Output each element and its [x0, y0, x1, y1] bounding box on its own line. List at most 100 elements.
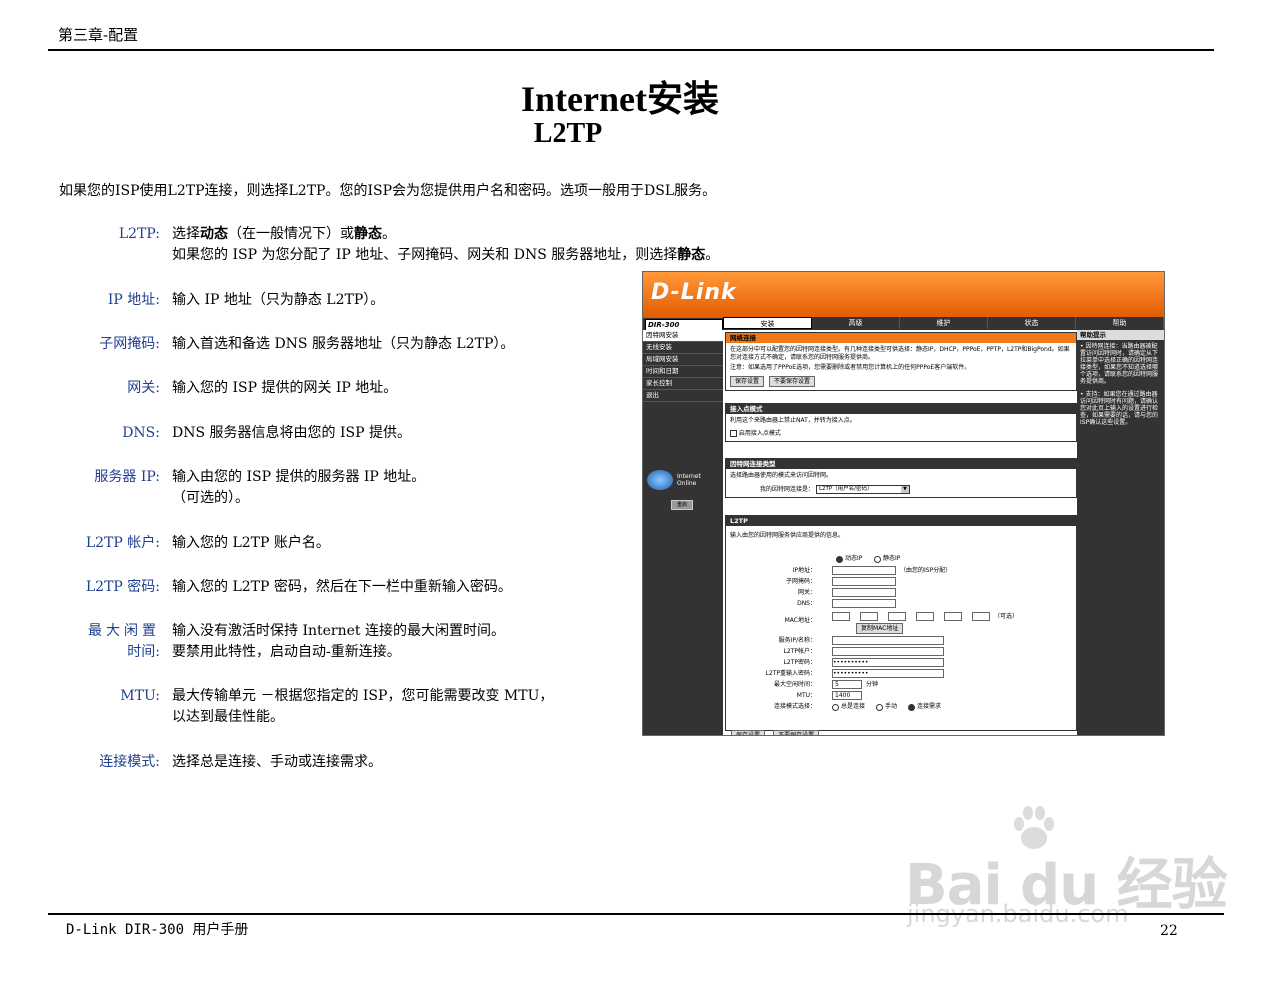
gateway-input[interactable]: [832, 588, 896, 597]
mtu-input[interactable]: 1400: [832, 691, 862, 700]
definition-term: 最大闲置: [88, 623, 160, 639]
definition-list: L2TP: 选择动态（在一般情况下）或静态。 如果您的 ISP 为您分配了 IP…: [0, 224, 719, 784]
radio-manual[interactable]: [876, 704, 883, 711]
nav-item-wireless[interactable]: 无线安装: [643, 342, 723, 354]
conn-type-select[interactable]: L2TP（用户名/密码） ▼: [815, 485, 910, 494]
field-label: MAC地址：: [784, 617, 816, 624]
reboot-button[interactable]: 重启: [671, 500, 693, 510]
page-title: Internet安装: [521, 79, 719, 119]
nav-item-time[interactable]: 时间和日期: [643, 366, 723, 378]
intro-text: 如果您的ISP使用L2TP连接，则选择L2TP。您的ISP会为您提供用户名和密码…: [59, 183, 717, 199]
radio-static-ip[interactable]: [874, 556, 881, 563]
field-mask: 子网掩码：: [726, 577, 1076, 586]
tab-help[interactable]: 帮助: [1076, 317, 1164, 329]
definition-term: L2TP:: [118, 226, 160, 242]
dlink-logo: D-Link: [651, 280, 737, 305]
access-desc: 利用这个来路由器上禁止NAT，并转为接入点。: [730, 417, 856, 424]
account-input[interactable]: [832, 647, 944, 656]
section-conn-type: 因特网连接类型 选择路由器使用的模式来访问因特网。 我的因特网连接是： L2TP…: [725, 458, 1077, 498]
radio-static-label: 静态IP: [883, 555, 901, 562]
tab-status[interactable]: 状态: [988, 317, 1076, 329]
field-label: 子网掩码：: [785, 578, 816, 585]
password-mask: ••••••••••: [833, 659, 869, 666]
mac-input-4[interactable]: [916, 612, 934, 621]
radio-always[interactable]: [832, 704, 839, 711]
field-ip: IP地址： （由您的ISP分配）: [726, 566, 1076, 575]
definition-desc: 输入您的 L2TP 密码，然后在下一栏中重新输入密码。: [172, 579, 512, 595]
field-label: 服务IP/名称：: [778, 637, 816, 644]
save-button-bottom[interactable]: 保存设置: [731, 730, 766, 735]
access-point-checkbox[interactable]: [730, 430, 737, 437]
idle-value: 5: [835, 681, 839, 688]
field-password: L2TP密码： ••••••••••: [726, 658, 1076, 667]
nav-item-parental[interactable]: 家长控制: [643, 378, 723, 390]
main-tabs: 安装 高级 维护 状态 帮助: [723, 317, 1164, 329]
radio-on-demand[interactable]: [908, 704, 915, 711]
ip-input[interactable]: [832, 566, 896, 575]
clone-mac-button[interactable]: 复制MAC地址: [856, 623, 904, 634]
mac-input-5[interactable]: [944, 612, 962, 621]
field-label: L2TP密码：: [783, 659, 816, 666]
definition-term: L2TP 密码:: [85, 579, 160, 595]
definition-desc: 输入您的 L2TP 账户名。: [172, 535, 330, 551]
definition-term: 子网掩码:: [99, 336, 160, 352]
definition-desc: 以达到最佳性能。: [172, 709, 284, 725]
section-l2tp: L2TP 输入由您的因特网服务供应商提供的信息。 动态IP 静态IP IP地址：…: [725, 515, 1077, 731]
field-label: IP地址：: [792, 567, 816, 574]
network-desc: 在这部分中可以配置您的因特网连接类型。有几种连接类型可供选择：静态IP，DHCP…: [730, 346, 1070, 361]
definition-desc: 输入 IP 地址（只为静态 L2TP）。: [172, 292, 385, 308]
field-label: L2TP帐户：: [783, 648, 816, 655]
definition-term: DNS:: [122, 425, 160, 441]
router-content: 网络连接 在这部分中可以配置您的因特网连接类型。有几种连接类型可供选择：静态IP…: [725, 330, 1077, 735]
server-input[interactable]: [832, 636, 944, 645]
help-item: • 因特网连接：当路由器被配置访问因特网时，请确定从下拉菜单中选择正确的因特网连…: [1080, 343, 1159, 385]
no-save-button[interactable]: 不要保存设置: [768, 376, 815, 387]
type-desc: 选择路由器使用的模式来访问因特网。: [730, 472, 833, 479]
isp-assigned-note: （由您的ISP分配）: [900, 567, 952, 574]
mac-input-1[interactable]: [832, 612, 850, 621]
chapter-header: 第三章-配置: [58, 26, 139, 44]
password-confirm-input[interactable]: ••••••••••: [832, 669, 944, 678]
conn-type-value: L2TP（用户名/密码）: [818, 486, 873, 492]
page-number: 22: [1160, 923, 1178, 939]
radio-on-demand-label: 连接需求: [917, 703, 942, 710]
left-nav: 因特网安装 无线安装 局域网安装 时间和日期 家长控制 退出 Internet …: [643, 330, 723, 735]
nav-item-internet[interactable]: 因特网安装: [643, 330, 723, 342]
tab-maintenance[interactable]: 维护: [900, 317, 988, 329]
definition-term: L2TP 帐户:: [85, 535, 160, 551]
definition-term: MTU:: [120, 688, 160, 704]
idle-input[interactable]: 5: [832, 680, 862, 689]
field-server: 服务IP/名称：: [726, 636, 1076, 645]
idle-unit: 分钟: [866, 681, 879, 688]
globe-icon: [647, 470, 673, 490]
section-body: 在这部分中可以配置您的因特网连接类型。有几种连接类型可供选择：静态IP，DHCP…: [726, 343, 1076, 390]
router-header: D-Link: [643, 272, 1164, 318]
mac-input-6[interactable]: [972, 612, 990, 621]
type-label: 我的因特网连接是：: [760, 486, 815, 493]
section-access-point: 接入点模式 利用这个来路由器上禁止NAT，并转为接入点。 启用接入点模式: [725, 403, 1077, 442]
page-subtitle: L2TP: [533, 118, 603, 149]
password-input[interactable]: ••••••••••: [832, 658, 944, 667]
mac-input-3[interactable]: [888, 612, 906, 621]
save-button[interactable]: 保存设置: [730, 376, 765, 387]
subnet-input[interactable]: [832, 577, 896, 586]
field-label: 最大空闲时间：: [773, 681, 816, 688]
definition-term: 连接模式:: [99, 754, 160, 770]
definition-term: 时间:: [127, 644, 160, 660]
dns-input[interactable]: [832, 599, 896, 608]
radio-dynamic-ip[interactable]: [836, 556, 843, 563]
field-gateway: 网关：: [726, 588, 1076, 597]
field-conn-mode: 连接模式选择： 总是连接 手动 连接需求: [726, 702, 1076, 711]
field-label: MTU：: [796, 692, 816, 699]
help-panel: 帮助提示 • 因特网连接：当路由器被配置访问因特网时，请确定从下拉菜单中选择正确…: [1077, 330, 1164, 735]
network-note: 注意：如果选用了PPPoE选项，您需要删除或者禁用您计算机上的任何PPPoE客户…: [730, 364, 971, 371]
tab-advanced[interactable]: 高级: [812, 317, 900, 329]
nav-item-lan[interactable]: 局域网安装: [643, 354, 723, 366]
tab-setup[interactable]: 安装: [723, 317, 812, 329]
help-item: • 支持：如果您在通过路由器访问因特网时有问题，请确认您对此页上输入的设置进行检…: [1080, 391, 1159, 426]
no-save-button-bottom[interactable]: 不要保存设置: [773, 730, 820, 735]
mac-input-2[interactable]: [860, 612, 878, 621]
field-dns: DNS：: [726, 599, 1076, 608]
nav-item-logout[interactable]: 退出: [643, 390, 723, 402]
radio-dynamic-label: 动态IP: [845, 555, 863, 562]
